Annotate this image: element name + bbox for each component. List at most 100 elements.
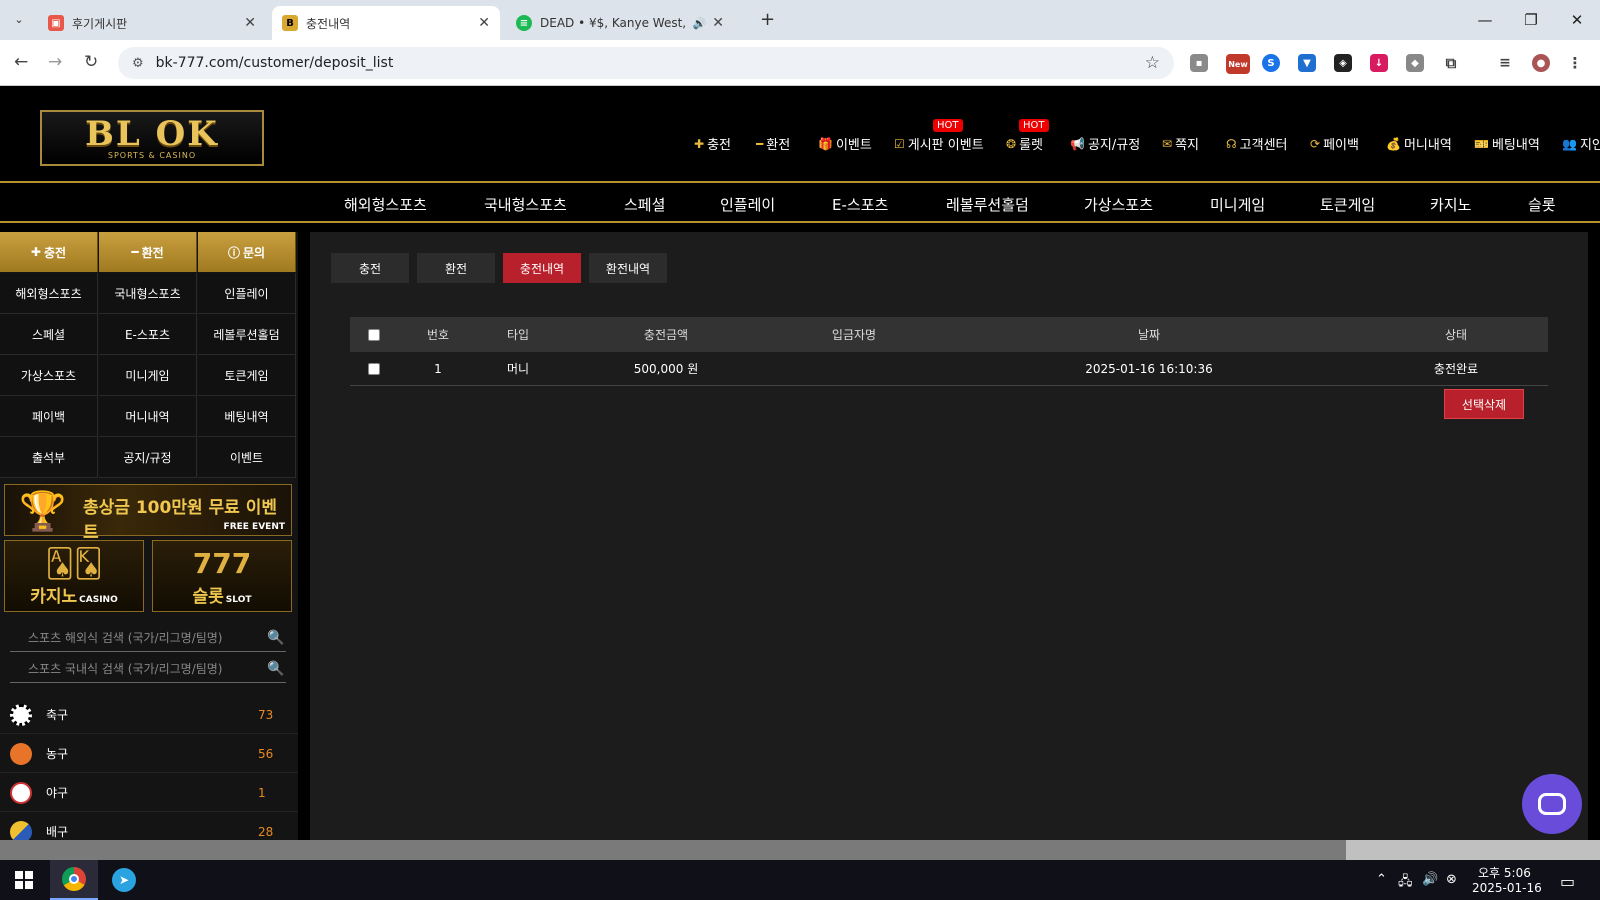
nav-virtual-sports[interactable]: 가상스포츠 xyxy=(1084,194,1153,215)
scrollbar-thumb[interactable] xyxy=(0,840,1346,860)
back-icon[interactable]: ← xyxy=(14,52,28,72)
overseas-search-input[interactable] xyxy=(10,630,266,645)
clock-date[interactable]: 2025-01-16 xyxy=(1472,881,1542,895)
tray-expand-icon[interactable]: ⌃ xyxy=(1376,872,1387,887)
sport-item-baseball[interactable]: 야구 1 xyxy=(0,774,298,812)
nav-special[interactable]: 스페셜 xyxy=(624,194,665,215)
top-menu-payback[interactable]: ⟳ 페이백 xyxy=(1310,134,1359,154)
site-info-icon[interactable]: ⚙ xyxy=(132,56,144,71)
chrome-taskbar-icon[interactable] xyxy=(50,860,98,900)
bookmark-star-icon[interactable]: ☆ xyxy=(1145,53,1160,73)
top-menu-event[interactable]: 🎁 이벤트 xyxy=(818,134,872,154)
sidebar-item-notice[interactable]: 공지/규정 xyxy=(99,437,197,478)
url-text[interactable]: bk-777.com/customer/deposit_list xyxy=(156,55,394,71)
clock-time[interactable]: 오후 5:06 xyxy=(1478,864,1531,881)
sidebar-item-inplay[interactable]: 인플레이 xyxy=(198,273,296,314)
nav-slot[interactable]: 슬롯 xyxy=(1528,194,1556,215)
site-logo[interactable]: BL OK SPORTS & CASINO xyxy=(40,110,264,166)
search-icon[interactable]: 🔍 xyxy=(266,661,286,677)
sidebar-item-money-history[interactable]: 머니내역 xyxy=(99,396,197,437)
sidebar-item-special[interactable]: 스페셜 xyxy=(0,314,98,355)
tab-search-button[interactable]: ⌄ xyxy=(8,9,30,31)
tab-deposit-history[interactable]: 충전내역 xyxy=(503,253,581,283)
nav-token-game[interactable]: 토큰게임 xyxy=(1320,194,1375,215)
extension-shield-grey-icon[interactable]: ◆ xyxy=(1406,54,1424,72)
casino-banner[interactable]: 🂡🂮 카지노 CASINO xyxy=(4,540,144,612)
delete-selected-button[interactable]: 선택삭제 xyxy=(1444,389,1524,419)
windows-start-icon[interactable] xyxy=(0,860,48,900)
action-center-icon[interactable]: ▭ xyxy=(1560,872,1575,891)
sport-item-basketball[interactable]: 농구 56 xyxy=(0,735,298,773)
sidebar-withdraw-button[interactable]: ━ 환전 xyxy=(99,232,197,272)
tab-deposit-history[interactable]: B 충전내역 ✕ xyxy=(272,6,500,40)
tab-deposit[interactable]: 충전 xyxy=(331,253,409,283)
close-tab-icon[interactable]: ✕ xyxy=(478,15,490,31)
extension-person-icon[interactable]: ▪ xyxy=(1190,54,1208,72)
sidebar-item-attendance[interactable]: 출석부 xyxy=(0,437,98,478)
extension-new-icon[interactable]: New xyxy=(1226,54,1250,74)
speaker-icon[interactable]: 🔊 xyxy=(693,17,707,30)
slot-banner[interactable]: 777 슬롯 SLOT xyxy=(152,540,292,612)
tab-spotify[interactable]: ≡ DEAD • ¥$, Kanye West, Ty 🔊 ✕ xyxy=(506,6,734,40)
new-tab-button[interactable]: + xyxy=(760,9,775,30)
search-icon[interactable]: 🔍 xyxy=(266,630,286,646)
sidebar-item-token-game[interactable]: 토큰게임 xyxy=(198,355,296,396)
browser-menu-icon[interactable]: ⋮ xyxy=(1566,54,1584,72)
top-menu-roulette[interactable]: ❂ 룰렛 xyxy=(1006,134,1043,154)
nav-overseas-sports[interactable]: 해외형스포츠 xyxy=(344,194,427,215)
select-all-checkbox[interactable] xyxy=(368,328,380,341)
sidebar-inquiry-button[interactable]: ⓘ 문의 xyxy=(198,232,296,272)
sidebar-item-minigame[interactable]: 미니게임 xyxy=(99,355,197,396)
address-bar[interactable]: ⚙ bk-777.com/customer/deposit_list ☆ xyxy=(118,47,1174,79)
restore-button[interactable]: ❐ xyxy=(1516,8,1546,32)
sidebar-item-esports[interactable]: E-스포츠 xyxy=(99,314,197,355)
top-menu-referral[interactable]: 👥 지인 xyxy=(1562,134,1600,154)
nav-casino[interactable]: 카지노 xyxy=(1430,194,1471,215)
live-chat-button[interactable] xyxy=(1522,774,1582,834)
sidebar-item-overseas-sports[interactable]: 해외형스포츠 xyxy=(0,273,98,314)
nav-esports[interactable]: E-스포츠 xyxy=(832,194,888,215)
close-tab-icon[interactable]: ✕ xyxy=(712,15,724,31)
domestic-search-input[interactable] xyxy=(10,661,266,676)
extension-shield-icon[interactable]: ▼ xyxy=(1298,54,1316,72)
tab-review-board[interactable]: ▣ 후기게시판 ✕ xyxy=(38,6,266,40)
extension-shazam-icon[interactable]: S xyxy=(1262,54,1280,72)
top-menu-notice[interactable]: 📢 공지/규정 xyxy=(1070,134,1140,154)
extensions-puzzle-icon[interactable]: ⧉ xyxy=(1442,54,1460,72)
sidebar-item-domestic-sports[interactable]: 국내형스포츠 xyxy=(99,273,197,314)
network-icon[interactable]: 🖧 xyxy=(1398,872,1413,894)
sidebar-deposit-button[interactable]: ✚ 충전 xyxy=(0,232,98,272)
profile-avatar[interactable]: ● xyxy=(1532,54,1550,72)
close-window-button[interactable]: ✕ xyxy=(1562,8,1592,32)
sidebar-item-event[interactable]: 이벤트 xyxy=(198,437,296,478)
nav-inplay[interactable]: 인플레이 xyxy=(720,194,775,215)
nav-domestic-sports[interactable]: 국내형스포츠 xyxy=(484,194,567,215)
nav-revolution-holdem[interactable]: 레볼루션홀덤 xyxy=(946,194,1029,215)
sidebar-item-revolution-holdem[interactable]: 레볼루션홀덤 xyxy=(198,314,296,355)
sidebar-item-virtual-sports[interactable]: 가상스포츠 xyxy=(0,355,98,396)
sidebar-item-bet-history[interactable]: 베팅내역 xyxy=(198,396,296,437)
nav-minigame[interactable]: 미니게임 xyxy=(1210,194,1265,215)
top-menu-support[interactable]: ☊ 고객센터 xyxy=(1226,134,1288,154)
notification-off-icon[interactable]: ⊗ xyxy=(1446,872,1457,887)
forward-icon[interactable]: → xyxy=(48,52,62,72)
tab-withdraw-history[interactable]: 환전내역 xyxy=(589,253,667,283)
extension-ublock-icon[interactable]: ◈ xyxy=(1334,54,1352,72)
extension-download-icon[interactable]: ↓ xyxy=(1370,54,1388,72)
sidebar-item-payback[interactable]: 페이백 xyxy=(0,396,98,437)
top-menu-bet-history[interactable]: 🎫 베팅내역 xyxy=(1474,134,1540,154)
top-menu-deposit[interactable]: ✚ 충전 xyxy=(694,134,731,154)
row-checkbox[interactable] xyxy=(368,362,380,375)
media-control-icon[interactable]: ≡ xyxy=(1496,54,1514,72)
volume-icon[interactable]: 🔊 xyxy=(1422,872,1438,887)
top-menu-money-history[interactable]: 💰 머니내역 xyxy=(1386,134,1452,154)
minimize-button[interactable]: — xyxy=(1470,8,1500,32)
free-event-banner[interactable]: 🏆 총상금 100만원 무료 이벤트 FREE EVENT xyxy=(4,484,292,543)
close-tab-icon[interactable]: ✕ xyxy=(244,15,256,31)
telegram-taskbar-icon[interactable]: ➤ xyxy=(100,860,148,900)
top-menu-withdraw[interactable]: ━ 환전 xyxy=(756,134,790,154)
top-menu-message[interactable]: ✉ 쪽지 xyxy=(1162,134,1199,154)
top-menu-board-event[interactable]: ☑ 게시판 이벤트 xyxy=(894,134,984,154)
reload-icon[interactable]: ↻ xyxy=(84,52,98,72)
tab-withdraw[interactable]: 환전 xyxy=(417,253,495,283)
